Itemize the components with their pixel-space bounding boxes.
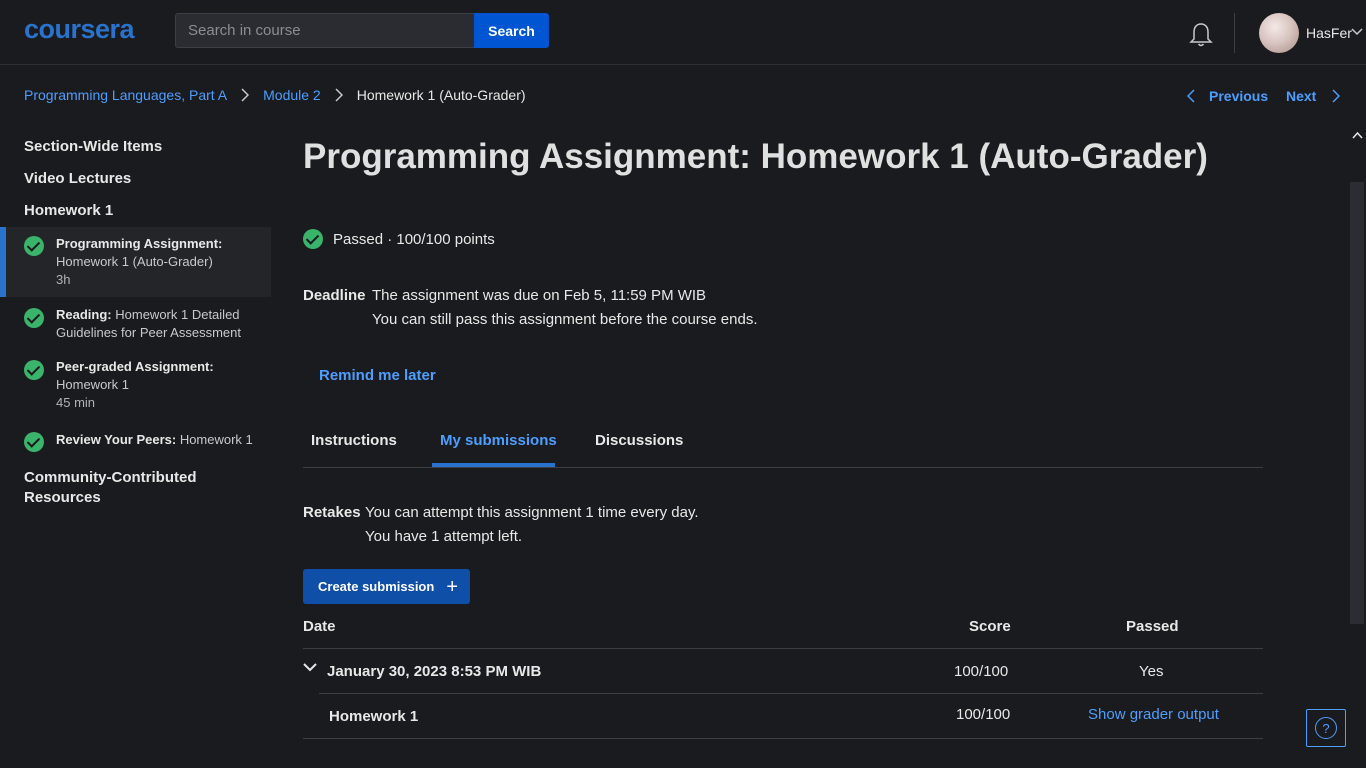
check-circle-icon [24,236,44,256]
item-type: Peer-graded Assignment: [56,359,214,374]
scroll-up-arrow-icon[interactable] [1352,132,1363,139]
column-date: Date [303,618,336,635]
help-button[interactable]: ? [1306,709,1346,747]
previous-label: Previous [1209,88,1269,104]
plus-icon: + [446,575,459,598]
scrollbar-thumb[interactable] [1350,182,1364,624]
item-type: Review Your Peers: [56,432,177,447]
item-title: Homework 1 [179,432,253,447]
username[interactable]: HasFer [1306,25,1352,41]
submission-passed: Yes [1139,663,1164,680]
deadline-label: Deadline [303,287,366,304]
sidebar-section-wide-items[interactable]: Section-Wide Items [24,138,162,155]
sidebar-homework-1[interactable]: Homework 1 [24,202,113,219]
check-circle-icon [24,308,44,328]
breadcrumb-course[interactable]: Programming Languages, Part A [24,87,227,103]
chevron-right-icon [241,88,250,102]
sidebar-item-label: Review Your Peers: Homework 1 [56,431,266,449]
item-type: Reading: [56,307,112,322]
next-label: Next [1286,88,1317,104]
submission-date: January 30, 2023 8:53 PM WIB [327,663,542,680]
previous-button[interactable]: Previous [1187,88,1268,104]
sidebar-community-resources[interactable]: Community-Contributed Resources [24,468,224,508]
column-passed: Passed [1126,618,1179,635]
chevron-down-icon[interactable] [303,663,317,672]
sidebar-item-programming-assignment[interactable]: Programming Assignment: Homework 1 (Auto… [0,227,271,297]
show-grader-output-link[interactable]: Show grader output [1088,706,1219,723]
search-button[interactable]: Search [474,13,549,48]
tab-bar: Instructions My submissions Discussions [303,420,1263,468]
retakes-label: Retakes [303,504,361,521]
retakes-text: You can attempt this assignment 1 time e… [365,504,699,521]
table-row[interactable]: January 30, 2023 8:53 PM WIB 100/100 Yes [303,649,1263,694]
chevron-right-icon [1332,89,1341,103]
tab-my-submissions[interactable]: My submissions [440,432,557,449]
chevron-down-icon[interactable] [1351,28,1363,36]
breadcrumb: Programming Languages, Part A Module 2 H… [24,86,526,104]
top-header: coursera Search HasFer [0,0,1366,65]
check-circle-icon [24,432,44,452]
bell-icon[interactable] [1186,20,1216,50]
chevron-left-icon [1187,89,1195,103]
sidebar-item-review-peers[interactable]: Review Your Peers: Homework 1 [0,422,271,458]
attempts-left-text: You have 1 attempt left. [365,528,523,545]
item-type: Programming Assignment: [56,236,223,251]
create-submission-label: Create submission [318,579,435,594]
part-name: Homework 1 [329,708,419,725]
chevron-right-icon [335,88,343,102]
status-text: Passed · 100/100 points [333,230,495,248]
table-header: Date Score Passed [303,617,1263,649]
question-mark-icon: ? [1315,717,1337,739]
sidebar-item-reading[interactable]: Reading: Homework 1 Detailed Guidelines … [0,298,271,350]
check-circle-icon [24,360,44,380]
coursera-logo[interactable]: coursera [24,14,135,45]
item-title: Homework 1 (Auto-Grader) [56,254,213,269]
active-tab-indicator [432,463,555,467]
breadcrumb-module[interactable]: Module 2 [263,87,321,103]
status-badge: Passed · 100/100 points [303,229,495,249]
item-duration: 45 min [56,395,96,410]
sidebar-item-peer-graded[interactable]: Peer-graded Assignment: Homework 1 45 mi… [0,350,271,420]
check-circle-icon [303,229,323,249]
tab-discussions[interactable]: Discussions [595,432,683,449]
remind-me-later-button[interactable]: Remind me later [319,367,436,384]
item-title: Homework 1 [56,377,129,392]
create-submission-button[interactable]: Create submission + [303,569,470,604]
next-button[interactable]: Next [1286,88,1341,104]
column-score: Score [969,618,1011,635]
sidebar-item-label: Peer-graded Assignment: Homework 1 45 mi… [56,358,256,412]
sidebar-video-lectures[interactable]: Video Lectures [24,170,131,187]
part-score: 100/100 [956,706,1011,723]
submission-score: 100/100 [954,663,1009,680]
deadline-text: The assignment was due on Feb 5, 11:59 P… [372,287,707,304]
sidebar-item-label: Programming Assignment: Homework 1 (Auto… [56,235,256,289]
header-divider [1234,13,1235,53]
item-duration: 3h [56,272,71,287]
breadcrumb-current: Homework 1 (Auto-Grader) [356,87,526,103]
avatar[interactable] [1259,13,1299,53]
table-row: Homework 1 100/100 Show grader output [303,694,1263,739]
deadline-note: You can still pass this assignment befor… [372,311,758,328]
tab-instructions[interactable]: Instructions [311,432,397,449]
page-title: Programming Assignment: Homework 1 (Auto… [303,137,1208,176]
search-input[interactable] [175,13,475,48]
sidebar-item-label: Reading: Homework 1 Detailed Guidelines … [56,306,256,342]
